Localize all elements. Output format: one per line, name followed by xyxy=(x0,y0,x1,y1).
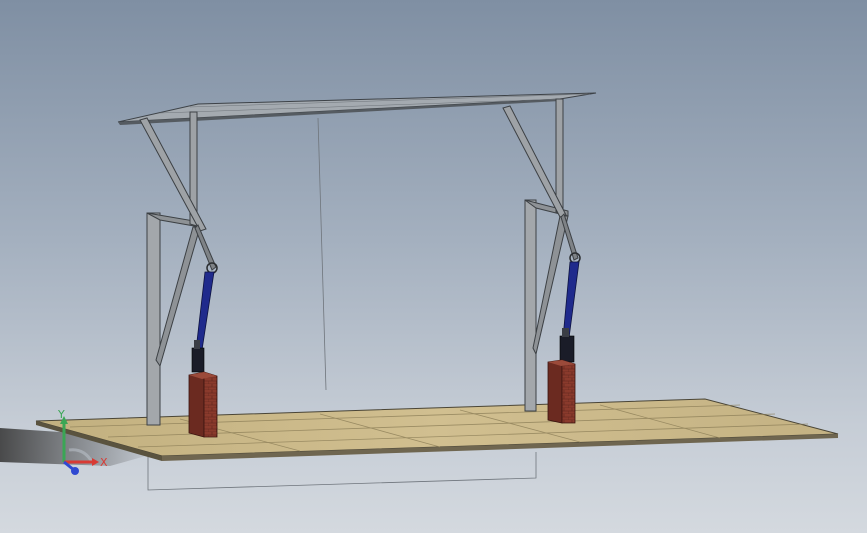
z-axis-cap-icon xyxy=(71,467,79,475)
right-brick-pier[interactable] xyxy=(547,359,576,424)
left-actuator[interactable] xyxy=(191,262,218,373)
x-axis-label: X xyxy=(100,456,108,469)
reference-triad: Y X xyxy=(44,408,114,480)
model-scene[interactable] xyxy=(0,0,867,533)
right-actuator[interactable] xyxy=(559,252,581,363)
x-axis-arrowhead-icon xyxy=(92,458,99,466)
y-axis-label: Y xyxy=(57,410,65,421)
left-brick-pier[interactable] xyxy=(188,371,218,438)
graphics-viewport[interactable]: Y X xyxy=(0,0,867,533)
